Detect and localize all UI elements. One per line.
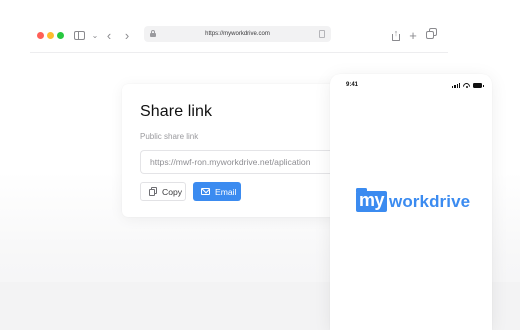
- mail-icon: [201, 188, 210, 195]
- share-link-input[interactable]: [140, 150, 340, 174]
- phone-mockup: 9:41 my workdrive: [330, 74, 492, 330]
- share-title: Share link: [140, 103, 213, 120]
- copy-icon: [149, 187, 157, 196]
- toolbar-divider: [30, 52, 448, 53]
- wifi-icon: [463, 83, 470, 88]
- tabs-icon[interactable]: [424, 27, 438, 43]
- browser-toolbar: ⌄ ‹ › https://myworkdrive.com ↑ +: [0, 0, 520, 56]
- logo-badge: my: [356, 188, 387, 212]
- minimize-window-button[interactable]: [47, 32, 54, 39]
- myworkdrive-logo: my workdrive: [356, 188, 471, 212]
- copy-button[interactable]: Copy: [140, 182, 186, 201]
- signal-icon: [452, 83, 460, 88]
- email-label: Email: [215, 186, 237, 197]
- forward-button[interactable]: ›: [120, 27, 134, 43]
- sidebar-icon[interactable]: [72, 27, 86, 43]
- plus-icon[interactable]: +: [406, 27, 420, 43]
- copy-label: Copy: [162, 186, 183, 197]
- status-icons: [452, 82, 484, 88]
- zoom-window-button[interactable]: [57, 32, 64, 39]
- status-time: 9:41: [346, 82, 359, 88]
- email-button[interactable]: Email: [193, 182, 241, 201]
- share-icon[interactable]: ↑: [389, 27, 403, 43]
- reader-icon[interactable]: [319, 30, 325, 38]
- url-text[interactable]: https://myworkdrive.com: [144, 26, 331, 42]
- logo-wordmark: workdrive: [389, 191, 471, 211]
- share-link-card: Share link Public share link Copy Email: [122, 84, 340, 217]
- battery-icon: [473, 83, 484, 88]
- share-subtitle: Public share link: [140, 132, 199, 141]
- chevron-down-icon[interactable]: ⌄: [88, 27, 102, 43]
- back-button[interactable]: ‹: [102, 27, 116, 43]
- close-window-button[interactable]: [37, 32, 44, 39]
- address-bar[interactable]: https://myworkdrive.com: [144, 26, 331, 42]
